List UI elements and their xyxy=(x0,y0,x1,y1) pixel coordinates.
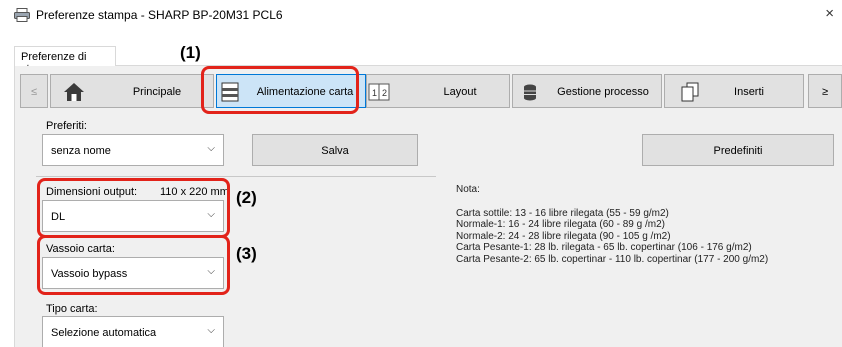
tab-gestione-processo-label: Gestione processo xyxy=(557,86,649,98)
note-title: Nota: xyxy=(456,184,480,195)
paper-type-label: Tipo carta: xyxy=(46,303,98,315)
note-line: Carta sottile: 13 - 16 libre rilegata (5… xyxy=(456,207,669,219)
scroll-left-icon: ≤ xyxy=(30,86,38,98)
highlight-paper-tray xyxy=(37,235,230,295)
tab-inserti[interactable]: Inserti xyxy=(664,74,804,108)
paper-type-select[interactable]: Selezione automatica ⌵ xyxy=(42,316,224,347)
tab-inserti-label: Inserti xyxy=(734,86,764,98)
tab-layout-label: Layout xyxy=(443,86,477,98)
save-button[interactable]: Salva xyxy=(252,134,418,166)
printer-icon xyxy=(14,8,30,22)
scroll-right-icon: ≥ xyxy=(821,86,829,98)
highlight-output-size xyxy=(37,178,230,238)
defaults-button[interactable]: Predefiniti xyxy=(642,134,834,166)
title-bar: Preferenze stampa - SHARP BP-20M31 PCL6 … xyxy=(0,0,842,30)
tab-strip: Preferenze di stampa xyxy=(14,46,842,75)
tab-principale-label: Principale xyxy=(132,86,182,98)
scroll-left-button[interactable]: ≤ xyxy=(20,74,48,108)
tab-print-preferences[interactable]: Preferenze di stampa xyxy=(14,46,116,75)
tab-principale[interactable]: Principale xyxy=(50,74,214,108)
note-line: Carta Pesante-2: 65 lb. copertinar - 110… xyxy=(456,253,769,265)
note-line: Normale-2: 24 - 28 libre rilegata (90 - … xyxy=(456,230,671,242)
callout-1: (1) xyxy=(180,43,201,62)
favorites-select[interactable]: senza nome ⌵ xyxy=(42,134,224,166)
toolbar: ≤ Principale Alimentazione carta 1 2 Lay… xyxy=(20,74,842,110)
callout-2: (2) xyxy=(236,188,257,207)
note-line: Carta Pesante-1: 28 lb. rilegata - 65 lb… xyxy=(456,242,752,254)
separator xyxy=(36,176,436,177)
note-line: Normale-1: 16 - 24 libre rilegata (60 - … xyxy=(456,219,665,231)
chevron-down-icon: ⌵ xyxy=(207,325,215,336)
highlight-paper-source-tab xyxy=(201,66,359,114)
window-title: Preferenze stampa - SHARP BP-20M31 PCL6 xyxy=(36,8,283,22)
paper-type-value: Selezione automatica xyxy=(51,327,157,339)
favorites-label: Preferiti: xyxy=(46,120,87,132)
tab-gestione-processo[interactable]: Gestione processo xyxy=(512,74,662,108)
close-icon[interactable]: × xyxy=(825,5,834,22)
chevron-down-icon: ⌵ xyxy=(207,143,215,154)
callout-3: (3) xyxy=(236,244,257,263)
favorites-value: senza nome xyxy=(51,145,111,157)
note-panel: Nota: Carta sottile: 13 - 16 libre rileg… xyxy=(456,184,768,266)
tab-layout[interactable]: 1 2 Layout xyxy=(366,74,510,108)
scroll-right-button[interactable]: ≥ xyxy=(808,74,842,108)
